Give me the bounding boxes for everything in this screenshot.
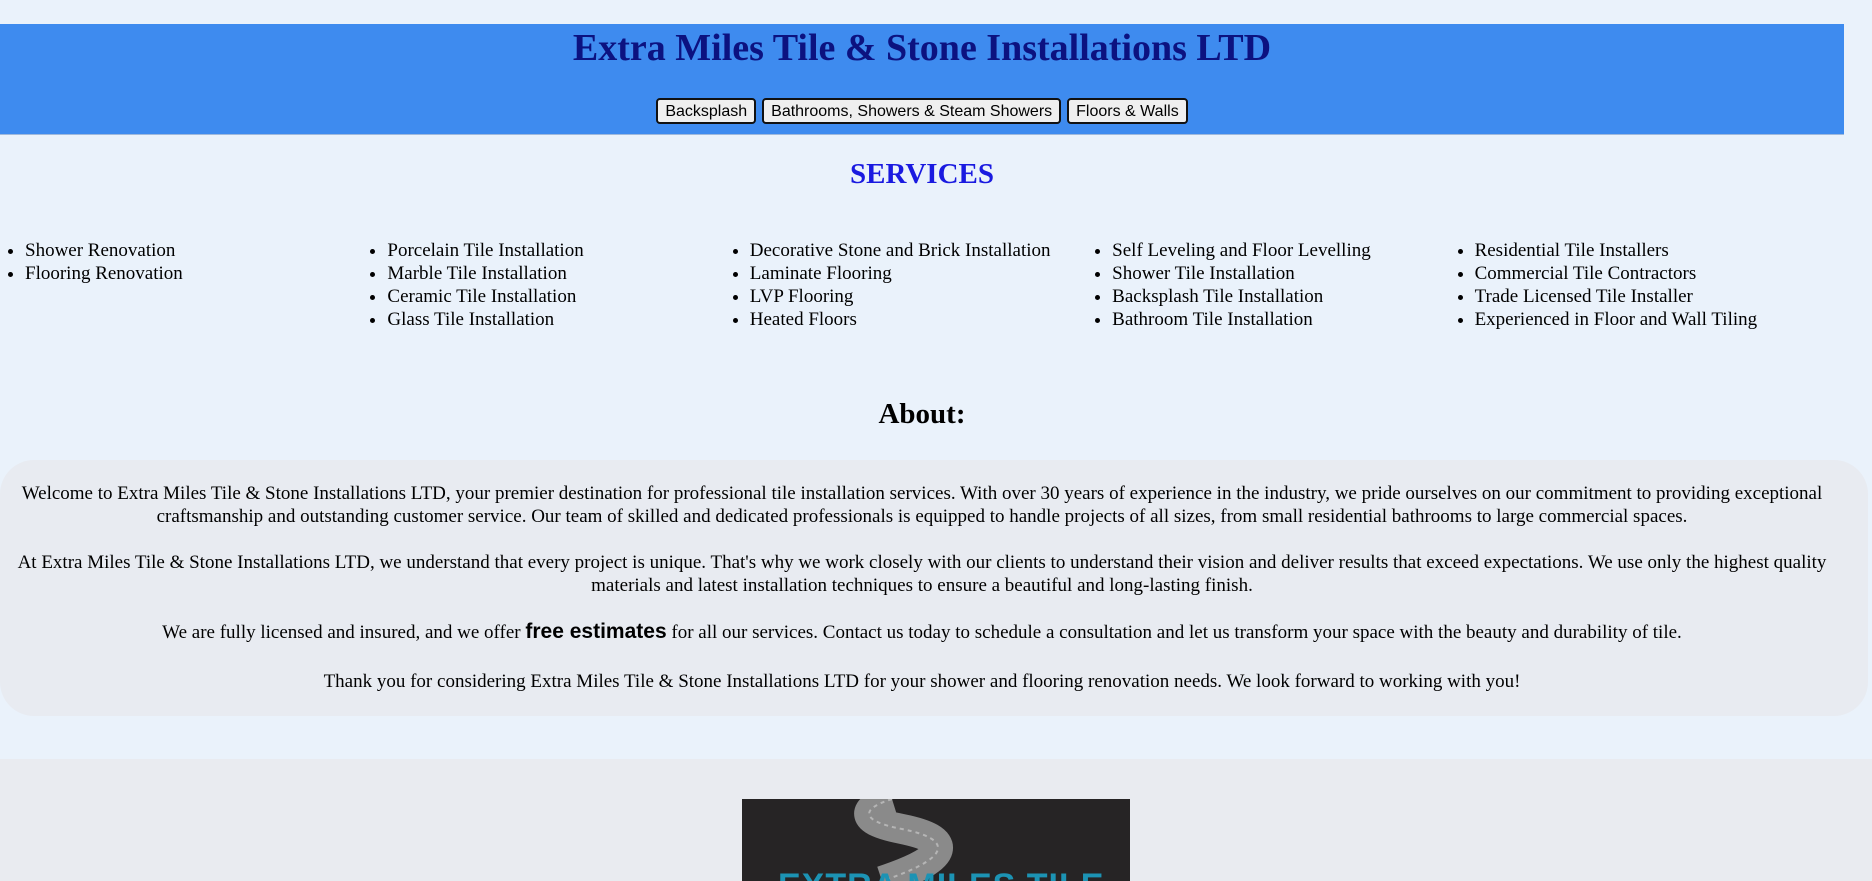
about-paragraph-4: Thank you for considering Extra Miles Ti… (323, 671, 1521, 692)
about-paragraph-3: We are fully licensed and insured, and w… (0, 620, 1844, 644)
services-list: Shower Renovation Flooring Renovation Po… (0, 239, 1872, 331)
service-item: Bathroom Tile Installation (1112, 308, 1449, 331)
services-column-4: Self Leveling and Floor Levelling Shower… (1087, 239, 1449, 331)
service-item: Flooring Renovation (25, 262, 362, 285)
service-item: Decorative Stone and Brick Installation (750, 239, 1087, 262)
services-heading: SERVICES (849, 158, 995, 190)
service-item: Laminate Flooring (750, 262, 1087, 285)
about-section: Welcome to Extra Miles Tile & Stone Inst… (0, 460, 1868, 716)
service-item: Ceramic Tile Installation (387, 285, 724, 308)
service-item: LVP Flooring (750, 285, 1087, 308)
service-item: Marble Tile Installation (387, 262, 724, 285)
site-footer: EXTRA MILES TILE (0, 759, 1872, 881)
about-paragraph-2: At Extra Miles Tile & Stone Installation… (17, 552, 1827, 596)
site-title: Extra Miles Tile & Stone Installations L… (572, 27, 1272, 69)
services-column-3: Decorative Stone and Brick Installation … (725, 239, 1087, 331)
service-item: Residential Tile Installers (1475, 239, 1812, 262)
free-estimates-highlight: free estimates (525, 620, 667, 643)
nav-button-backsplash[interactable]: Backsplash (656, 98, 757, 124)
nav-bar: Backsplash Bathrooms, Showers & Steam Sh… (0, 98, 1844, 124)
nav-button-floors-walls[interactable]: Floors & Walls (1067, 98, 1188, 124)
service-item: Experienced in Floor and Wall Tiling (1475, 308, 1812, 331)
service-item: Trade Licensed Tile Installer (1475, 285, 1812, 308)
about-text: for all our services. Contact us today t… (666, 622, 1682, 643)
about-paragraph-1: Welcome to Extra Miles Tile & Stone Inst… (21, 483, 1823, 527)
logo-text: EXTRA MILES TILE (778, 867, 1104, 881)
service-item: Shower Renovation (25, 239, 362, 262)
services-column-5: Residential Tile Installers Commercial T… (1450, 239, 1812, 331)
service-item: Porcelain Tile Installation (387, 239, 724, 262)
company-logo: EXTRA MILES TILE (742, 799, 1130, 881)
service-item: Glass Tile Installation (387, 308, 724, 331)
nav-button-bathrooms-showers[interactable]: Bathrooms, Showers & Steam Showers (762, 98, 1062, 124)
service-item: Shower Tile Installation (1112, 262, 1449, 285)
service-item: Commercial Tile Contractors (1475, 262, 1812, 285)
services-column-2: Porcelain Tile Installation Marble Tile … (362, 239, 724, 331)
services-column-1: Shower Renovation Flooring Renovation (0, 239, 362, 331)
about-text: We are fully licensed and insured, and w… (162, 622, 526, 643)
service-item: Self Leveling and Floor Levelling (1112, 239, 1449, 262)
site-header: Extra Miles Tile & Stone Installations L… (0, 24, 1844, 135)
service-item: Backsplash Tile Installation (1112, 285, 1449, 308)
about-heading: About: (878, 398, 966, 430)
service-item: Heated Floors (750, 308, 1087, 331)
